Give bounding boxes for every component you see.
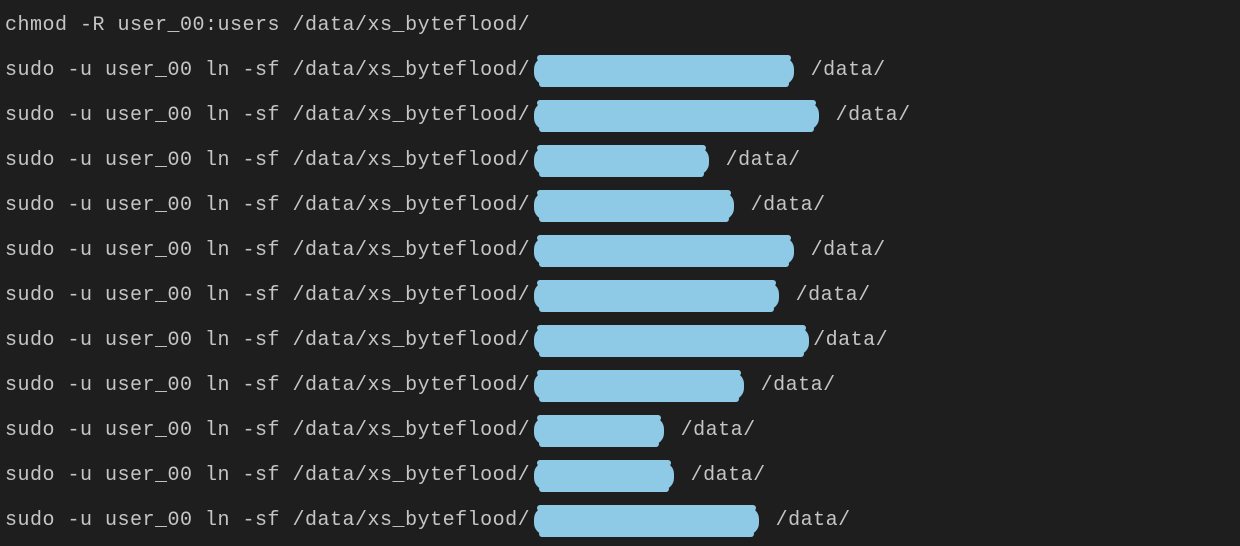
command-prefix: sudo -u user_00 ln -sf /data/xs_bytefloo… [5, 507, 530, 535]
redaction-mark [534, 192, 734, 220]
redaction-mark [534, 102, 819, 130]
terminal-line: sudo -u user_00 ln -sf /data/xs_bytefloo… [5, 363, 1235, 408]
command-suffix: /data/ [748, 372, 836, 400]
command-prefix: sudo -u user_00 ln -sf /data/xs_bytefloo… [5, 237, 530, 265]
command-prefix: sudo -u user_00 ln -sf /data/xs_bytefloo… [5, 417, 530, 445]
command-prefix: sudo -u user_00 ln -sf /data/xs_bytefloo… [5, 282, 530, 310]
command-prefix: sudo -u user_00 ln -sf /data/xs_bytefloo… [5, 147, 530, 175]
terminal-line: sudo -u user_00 ln -sf /data/xs_bytefloo… [5, 183, 1235, 228]
terminal-line: sudo -u user_00 ln -sf /data/xs_bytefloo… [5, 138, 1235, 183]
terminal-line: sudo -u user_00 ln -sf /data/xs_bytefloo… [5, 408, 1235, 453]
command-suffix: /data/ [738, 192, 826, 220]
redaction-mark [534, 327, 809, 355]
command-prefix: sudo -u user_00 ln -sf /data/xs_bytefloo… [5, 462, 530, 490]
terminal-line: sudo -u user_00 ln -sf /data/xs_bytefloo… [5, 318, 1235, 363]
command-suffix: /data/ [813, 327, 888, 355]
terminal-line: sudo -u user_00 ln -sf /data/xs_bytefloo… [5, 48, 1235, 93]
terminal-line: sudo -u user_00 ln -sf /data/xs_bytefloo… [5, 228, 1235, 273]
redaction-mark [534, 372, 744, 400]
command-prefix: sudo -u user_00 ln -sf /data/xs_bytefloo… [5, 102, 530, 130]
redaction-mark [534, 237, 794, 265]
redaction-mark [534, 282, 779, 310]
redaction-mark [534, 507, 759, 535]
command-prefix: sudo -u user_00 ln -sf /data/xs_bytefloo… [5, 372, 530, 400]
command-suffix: /data/ [798, 237, 886, 265]
redaction-mark [534, 462, 674, 490]
command-suffix: /data/ [668, 417, 756, 445]
redaction-mark [534, 417, 664, 445]
command-suffix: /data/ [783, 282, 871, 310]
command-prefix: sudo -u user_00 ln -sf /data/xs_bytefloo… [5, 327, 530, 355]
terminal-line: sudo -u user_00 ln -sf /data/xs_bytefloo… [5, 93, 1235, 138]
command-suffix: /data/ [713, 147, 801, 175]
command-text: chmod -R user_00:users /data/xs_bytefloo… [5, 12, 530, 40]
command-suffix: /data/ [763, 507, 851, 535]
terminal-output: chmod -R user_00:users /data/xs_bytefloo… [0, 0, 1240, 546]
command-prefix: sudo -u user_00 ln -sf /data/xs_bytefloo… [5, 192, 530, 220]
terminal-line: chmod -R user_00:users /data/xs_bytefloo… [5, 3, 1235, 48]
command-prefix: sudo -u user_00 ln -sf /data/xs_bytefloo… [5, 57, 530, 85]
terminal-line: sudo -u user_00 ln -sf /data/xs_bytefloo… [5, 498, 1235, 543]
command-suffix: /data/ [678, 462, 766, 490]
terminal-line: sudo -u user_00 ln -sf /data/xs_bytefloo… [5, 273, 1235, 318]
command-suffix: /data/ [823, 102, 911, 130]
redaction-mark [534, 147, 709, 175]
redaction-mark [534, 57, 794, 85]
command-suffix: /data/ [798, 57, 886, 85]
terminal-line: sudo -u user_00 ln -sf /data/xs_bytefloo… [5, 453, 1235, 498]
